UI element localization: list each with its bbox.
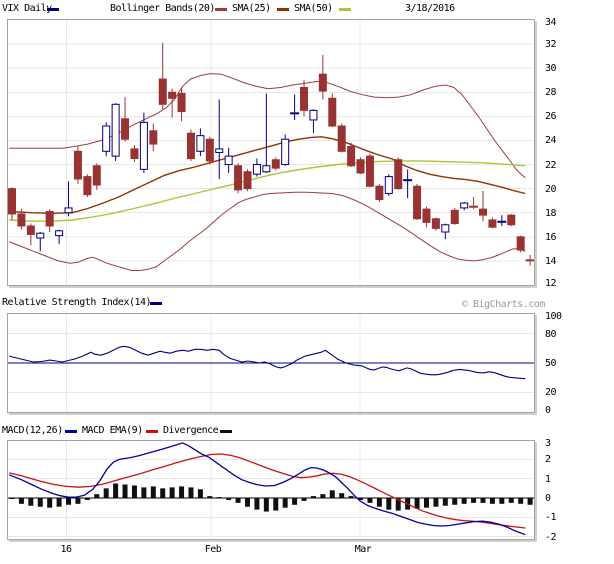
sma25-swatch-icon: [277, 8, 289, 11]
bigcharts-vix-chart: VIX Daily Bollinger Bands(20) SMA(25) SM…: [0, 0, 614, 564]
macd-chart-svg: [8, 441, 534, 539]
legend-sma50-label: SMA(50): [294, 3, 333, 15]
macd-ema-swatch-icon: [146, 430, 158, 433]
x-axis-label: 16: [60, 544, 71, 555]
y-tick-label-main: 14: [545, 256, 556, 267]
legend-sma25-label: SMA(25): [232, 3, 271, 15]
rsi-panel: [7, 313, 535, 413]
rsi-title: Relative Strength Index(14): [2, 297, 151, 309]
y-tick-label-rsi: 0: [545, 405, 551, 416]
sma50-swatch-icon: [339, 8, 351, 11]
y-tick-label-main: 32: [545, 39, 556, 50]
rsi-swatch-icon: [150, 302, 162, 305]
y-tick-label-main: 26: [545, 111, 556, 122]
y-tick-label-main: 34: [545, 17, 556, 28]
main-chart-svg: [8, 20, 534, 285]
y-tick-label-main: 30: [545, 63, 556, 74]
y-tick-label-macd: 0: [545, 493, 551, 504]
y-tick-label-macd: -1: [545, 512, 556, 523]
y-tick-label-main: 24: [545, 135, 556, 146]
y-tick-label-main: 20: [545, 184, 556, 195]
y-tick-label-rsi: 100: [545, 311, 562, 322]
y-tick-label-rsi: 80: [545, 329, 556, 340]
macd-line: [9, 443, 525, 535]
y-tick-label-macd: -2: [545, 532, 556, 543]
y-tick-label-main: 28: [545, 87, 556, 98]
macd-title: MACD(12,26): [2, 425, 63, 437]
chart-date: 3/18/2016: [405, 3, 455, 15]
y-tick-label-main: 18: [545, 208, 556, 219]
y-tick-label-rsi: 50: [545, 358, 556, 369]
y-tick-label-rsi: 20: [545, 387, 556, 398]
divergence-swatch-icon: [220, 430, 232, 433]
y-tick-label-macd: 2: [545, 454, 551, 465]
y-tick-label-main: 12: [545, 278, 556, 289]
y-tick-label-main: 16: [545, 232, 556, 243]
bigcharts-watermark: © BigCharts.com: [462, 299, 545, 310]
macd-swatch-icon: [65, 430, 77, 433]
rsi-chart-svg: [8, 314, 534, 412]
legend-bollinger-label: Bollinger Bands(20): [110, 3, 215, 15]
macd-ema-label: MACD EMA(9): [82, 425, 143, 437]
macd-panel: [7, 440, 535, 540]
y-tick-label-main: 22: [545, 160, 556, 171]
x-axis-label: Feb: [205, 544, 222, 555]
divergence-label: Divergence: [163, 425, 218, 437]
symbol-title: VIX Daily: [2, 3, 52, 15]
price-panel: [7, 19, 535, 286]
x-axis-label: Mar: [355, 544, 372, 555]
y-tick-label-macd: 1: [545, 474, 551, 485]
symbol-swatch-icon: [47, 8, 59, 11]
y-tick-label-macd: 3: [545, 438, 551, 449]
bollinger-swatch-icon: [215, 8, 227, 11]
